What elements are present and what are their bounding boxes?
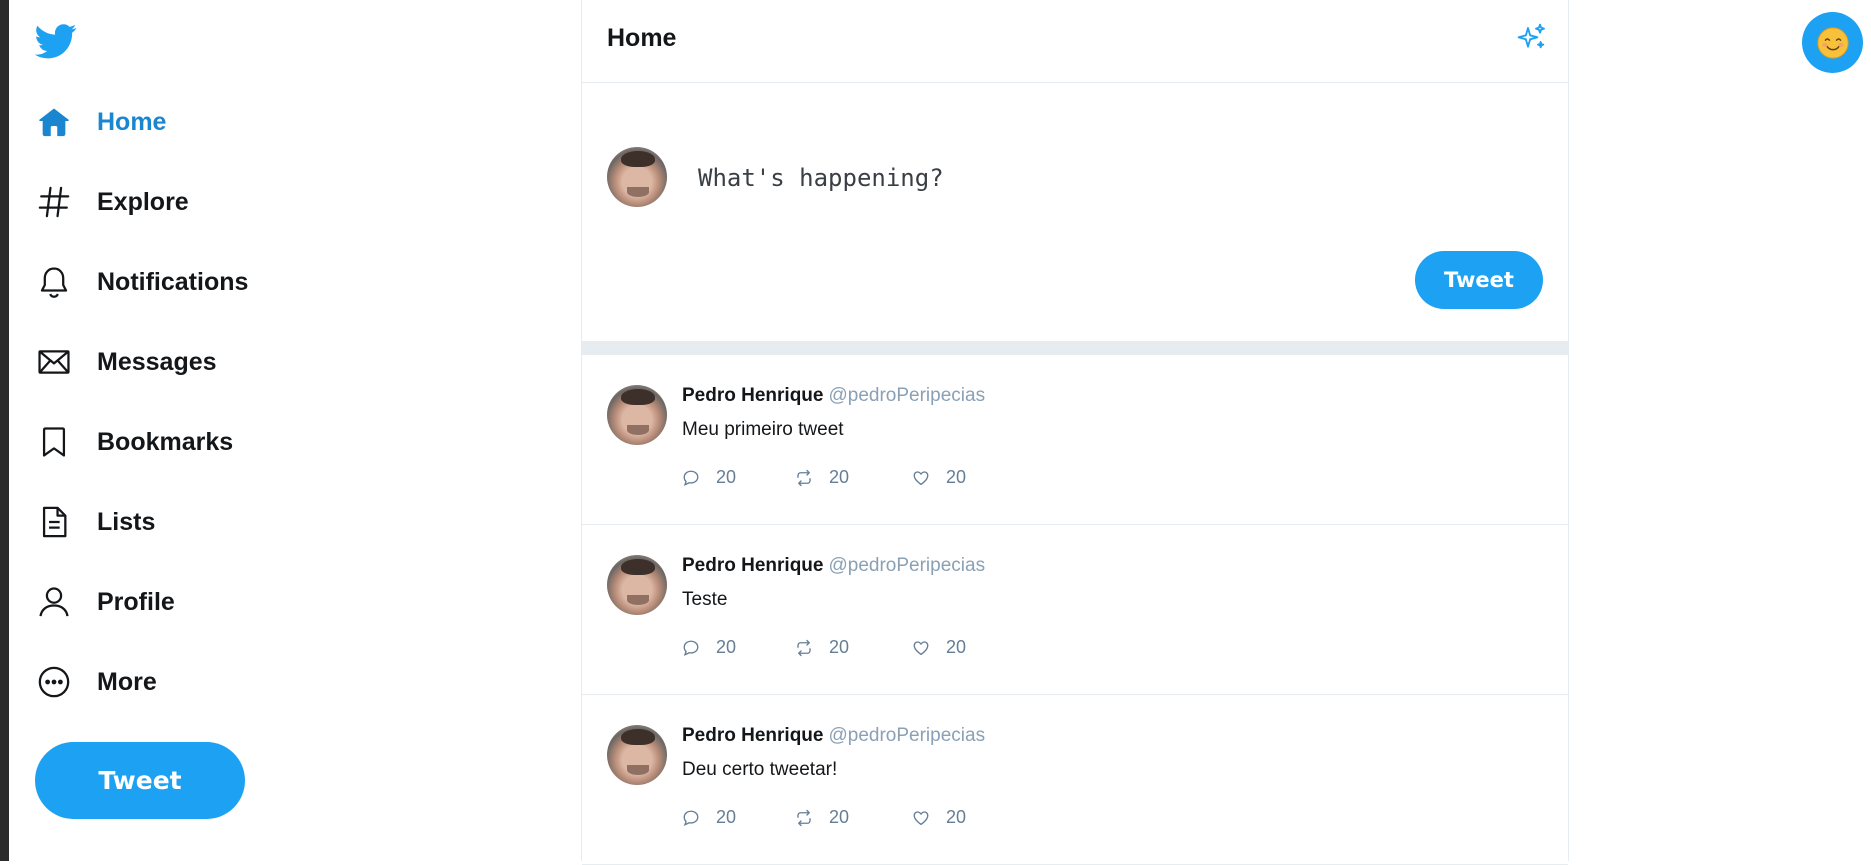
like-button[interactable]: 20 — [912, 637, 966, 658]
retweet-count: 20 — [829, 467, 850, 487]
nav-item-home[interactable]: Home — [35, 98, 166, 146]
reply-icon — [683, 470, 699, 486]
like-count: 20 — [946, 637, 967, 657]
list-document-icon — [35, 503, 73, 541]
twitter-logo-icon[interactable] — [34, 20, 77, 62]
heart-icon — [913, 810, 929, 825]
retweet-count: 20 — [829, 807, 850, 827]
heart-icon — [913, 640, 929, 655]
nav-item-notifications[interactable]: Notifications — [35, 258, 248, 306]
tweet-header: Pedro Henrique @pedroPeripecias — [682, 385, 985, 407]
tweet-actions: 20 20 20 — [682, 467, 966, 488]
nav-item-more[interactable]: More — [35, 658, 157, 706]
nav-label-home: Home — [97, 107, 167, 136]
retweet-count: 20 — [829, 637, 850, 657]
tweet-item[interactable]: Pedro Henrique @pedroPeripecias Deu certo… — [582, 695, 1568, 865]
smiling-face-emoji-icon — [1816, 26, 1849, 59]
retweet-button[interactable]: 20 — [795, 637, 912, 658]
tweet-header: Pedro Henrique @pedroPeripecias — [682, 725, 985, 747]
nav-item-bookmarks[interactable]: Bookmarks — [35, 418, 233, 466]
reply-button[interactable]: 20 — [682, 637, 795, 658]
nav-label-profile: Profile — [97, 587, 175, 616]
sparkle-icon[interactable] — [1516, 22, 1548, 54]
envelope-icon — [35, 343, 73, 381]
avatar — [607, 147, 667, 207]
reply-count: 20 — [716, 467, 737, 487]
tweet-author-handle[interactable]: @pedroPeripecias — [828, 725, 985, 746]
nav-item-messages[interactable]: Messages — [35, 338, 217, 386]
reply-count: 20 — [716, 637, 737, 657]
page-title: Home — [607, 24, 677, 52]
tweet-compose-input[interactable] — [696, 155, 1400, 201]
tweet-item[interactable]: Pedro Henrique @pedroPeripecias Meu prime… — [582, 355, 1568, 525]
tweet-item[interactable]: Pedro Henrique @pedroPeripecias Teste 20 … — [582, 525, 1568, 695]
like-count: 20 — [946, 807, 967, 827]
nav-label-notifications: Notifications — [97, 267, 249, 296]
tweet-text: Deu certo tweetar! — [682, 759, 838, 780]
tweet-author-name[interactable]: Pedro Henrique — [682, 725, 823, 746]
nav-label-more: More — [97, 667, 157, 696]
sidebar: Home Explore Notifications Messages Book… — [9, 0, 579, 861]
hashtag-icon — [35, 183, 73, 221]
reply-icon — [683, 640, 699, 656]
retweet-icon — [797, 809, 811, 826]
nav-label-lists: Lists — [97, 507, 156, 536]
retweet-icon — [797, 639, 811, 656]
bookmark-icon — [35, 423, 73, 461]
home-timeline: Home Tweet Pedro Henrique@pedroPeripecia… — [581, 0, 1569, 865]
tweet-author-name[interactable]: Pedro Henrique — [682, 385, 823, 406]
retweet-button[interactable]: 20 — [795, 807, 912, 828]
tweet-author-name[interactable]: Pedro Henrique — [682, 555, 823, 576]
person-icon — [35, 583, 73, 621]
nav-label-messages: Messages — [97, 347, 217, 376]
tweet-composer: Tweet — [582, 83, 1568, 341]
reply-count: 20 — [716, 807, 737, 827]
tweet-header: Pedro Henrique @pedroPeripecias — [682, 555, 985, 577]
avatar[interactable] — [607, 725, 667, 785]
retweet-button[interactable]: 20 — [795, 467, 912, 488]
nav-label-bookmarks: Bookmarks — [97, 427, 234, 456]
tweet-text: Meu primeiro tweet — [682, 419, 844, 440]
heart-icon — [913, 470, 929, 485]
avatar[interactable] — [607, 555, 667, 615]
tweet-author-handle[interactable]: @pedroPeripecias — [828, 385, 985, 406]
tweet-text: Teste — [682, 589, 728, 610]
tweet-actions: 20 20 20 — [682, 637, 966, 658]
timeline-header: Home — [582, 0, 1568, 83]
avatar[interactable] — [607, 385, 667, 445]
user-avatar-button[interactable] — [1802, 12, 1863, 73]
nav-item-profile[interactable]: Profile — [35, 578, 175, 626]
nav-item-lists[interactable]: Lists — [35, 498, 155, 546]
like-button[interactable]: 20 — [912, 807, 966, 828]
compose-tweet-button[interactable]: Tweet — [1415, 251, 1543, 309]
home-icon — [35, 103, 73, 141]
tweet-actions: 20 20 20 — [682, 807, 966, 828]
retweet-icon — [797, 469, 811, 486]
nav-item-explore[interactable]: Explore — [35, 178, 189, 226]
window-edge — [0, 0, 9, 861]
like-button[interactable]: 20 — [912, 467, 966, 488]
tweet-author-handle[interactable]: @pedroPeripecias — [828, 555, 985, 576]
nav-label-explore: Explore — [97, 187, 189, 216]
reply-button[interactable]: 20 — [682, 467, 795, 488]
section-divider — [582, 341, 1568, 355]
more-circle-icon — [35, 663, 73, 701]
bell-icon — [35, 263, 73, 301]
like-count: 20 — [946, 467, 967, 487]
reply-button[interactable]: 20 — [682, 807, 795, 828]
reply-icon — [683, 810, 699, 826]
sidebar-tweet-button[interactable]: Tweet — [35, 742, 245, 819]
